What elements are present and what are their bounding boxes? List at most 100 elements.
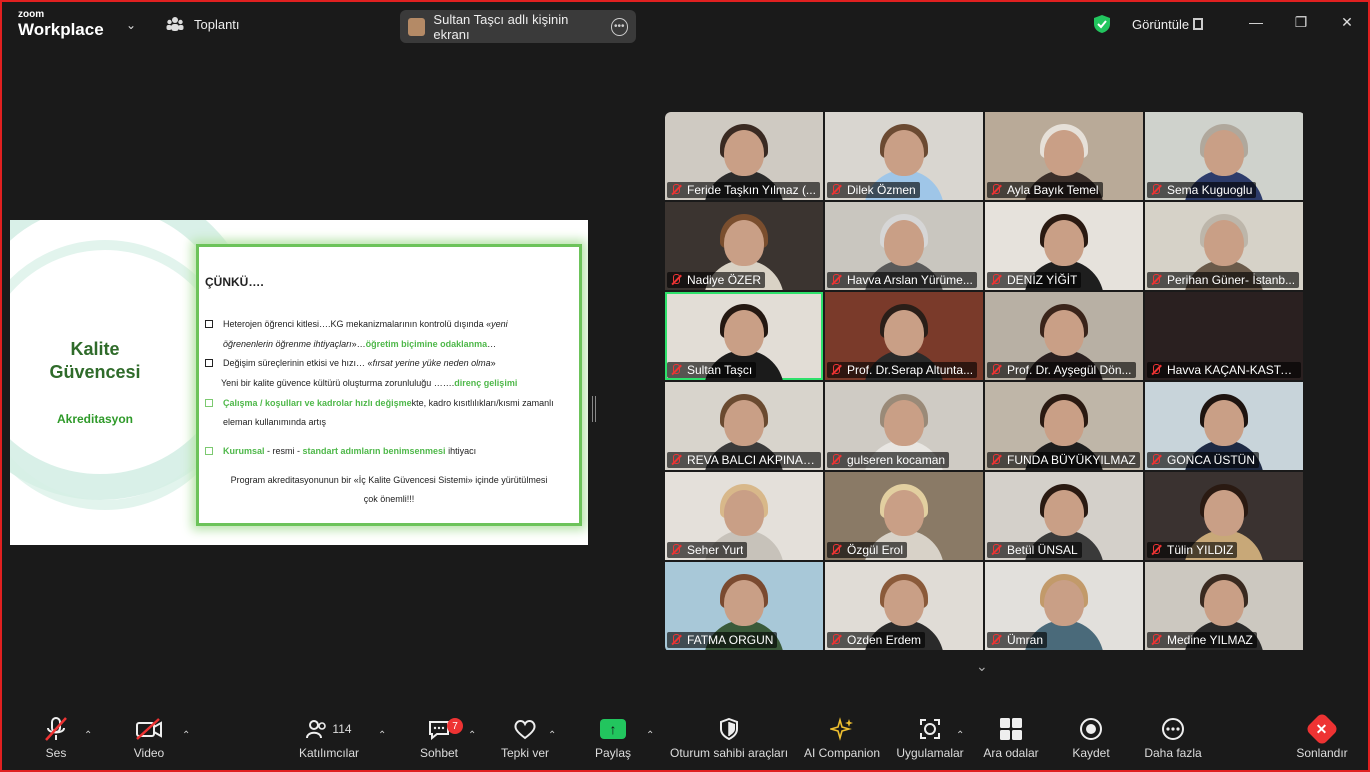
participant-tile[interactable]: Perihan Güner- İstanb... [1145, 202, 1303, 290]
zoom-logo[interactable]: zoom Workplace [18, 10, 104, 39]
mic-muted-icon [829, 184, 843, 196]
participant-tile[interactable]: Sultan Taşcı [665, 292, 823, 380]
split-resize-handle[interactable] [592, 396, 596, 422]
participant-tile[interactable]: Nadiye ÖZER [665, 202, 823, 290]
chat-button[interactable]: 7 Sohbet [418, 712, 463, 770]
meeting-info-button[interactable]: Toplantı [166, 16, 240, 32]
participant-tile[interactable]: Betül ÜNSAL [985, 472, 1143, 560]
participant-tile[interactable]: Havva Arslan Yürüme... [825, 202, 983, 290]
more-button[interactable]: Daha fazla [1144, 712, 1202, 770]
participant-tile[interactable]: Prof. Dr.Serap Altunta... [825, 292, 983, 380]
participant-name: Prof. Dr.Serap Altunta... [847, 363, 974, 377]
participant-tile[interactable]: Ayla Bayık Temel [985, 112, 1143, 200]
restore-icon[interactable]: ❐ [1291, 14, 1311, 31]
participant-name-tag: Feride Taşkın Yılmaz (... [667, 182, 820, 198]
record-button[interactable]: Kaydet [1070, 712, 1112, 770]
participant-tile[interactable]: Ozden Erdem [825, 562, 983, 650]
participant-name: FUNDA BÜYÜKYILMAZ [1007, 453, 1136, 467]
apps-button[interactable]: Uygulamalar [896, 712, 964, 770]
zoom-window: zoom Workplace ⌄ Toplantı Sultan Taşcı a… [0, 0, 1370, 772]
host-tools-label: Oturum sahibi araçları [669, 746, 789, 760]
participant-tile[interactable]: GONCA ÜSTÜN [1145, 382, 1303, 470]
screen-share-banner[interactable]: Sultan Taşcı adlı kişinin ekranı ••• [400, 10, 636, 43]
audio-button[interactable]: Ses [36, 712, 76, 770]
participant-face [1044, 580, 1084, 626]
mic-muted-icon [829, 544, 843, 556]
host-tools-button[interactable]: Oturum sahibi araçları [670, 712, 788, 770]
title-bar: zoom Workplace ⌄ Toplantı Sultan Taşcı a… [2, 2, 1368, 48]
participant-name-tag: Prof. Dr. Ayşegül Dön... [987, 362, 1136, 378]
participant-tile[interactable]: DENİZ YİĞİT [985, 202, 1143, 290]
close-icon[interactable]: ✕ [1337, 14, 1357, 31]
react-button[interactable]: Tepki ver [498, 712, 552, 770]
more-icon[interactable]: ••• [610, 17, 628, 36]
participant-face [1044, 310, 1084, 356]
participants-button[interactable]: 114 Katılımcılar [296, 712, 362, 770]
participant-name: Ümran [1007, 633, 1044, 647]
participant-tile[interactable]: Özgül Erol [825, 472, 983, 560]
participant-tile[interactable]: Dilek Özmen [825, 112, 983, 200]
participant-tile[interactable]: gulseren kocaman [825, 382, 983, 470]
participant-name-tag: Sema Kuguoglu [1147, 182, 1257, 198]
people-icon [166, 17, 184, 31]
mic-muted-icon [669, 544, 683, 556]
caret-up-icon[interactable]: ⌃ [378, 730, 386, 741]
participant-tile[interactable]: Prof. Dr. Ayşegül Dön... [985, 292, 1143, 380]
breakout-rooms-button[interactable]: Ara odalar [982, 712, 1040, 770]
participant-name-tag: Ozden Erdem [827, 632, 926, 648]
mic-muted-icon [669, 364, 683, 376]
mic-muted-icon [989, 634, 1003, 646]
caret-up-icon[interactable]: ⌃ [548, 730, 556, 741]
layout-icon[interactable] [1193, 18, 1203, 30]
participant-face [884, 580, 924, 626]
participant-name-tag: Özgül Erol [827, 542, 908, 558]
participant-name-tag: Perihan Güner- İstanb... [1147, 272, 1300, 288]
view-button[interactable]: Görüntüle [1132, 17, 1189, 32]
more-icon [1161, 712, 1185, 746]
react-label: Tepki ver [500, 746, 550, 760]
slide-line: Kurumsal - resmi - standart adımların be… [205, 446, 476, 456]
caret-up-icon[interactable]: ⌃ [84, 730, 92, 741]
participant-name: Havva Arslan Yürüme... [847, 273, 973, 287]
participant-face [1044, 130, 1084, 176]
minimize-icon[interactable]: — [1246, 14, 1266, 30]
caret-up-icon[interactable]: ⌃ [646, 730, 654, 741]
participant-face [884, 310, 924, 356]
share-button[interactable]: ↑ Paylaş [594, 712, 632, 770]
caret-up-icon[interactable]: ⌃ [956, 730, 964, 741]
mic-muted-icon [1149, 454, 1163, 466]
shield-icon[interactable] [1092, 14, 1112, 34]
slide-line: Değişim süreçlerinin etkisi ve hızı… «fı… [205, 358, 496, 368]
participant-tile[interactable]: Sema Kuguoglu [1145, 112, 1303, 200]
participant-tile[interactable]: Tülin YILDIZ [1145, 472, 1303, 560]
caret-up-icon[interactable]: ⌃ [182, 730, 190, 741]
record-icon [1079, 712, 1103, 746]
participant-name: FATMA ORGUN [687, 633, 774, 647]
video-label: Video [133, 746, 165, 760]
participant-face [1204, 130, 1244, 176]
video-button[interactable]: Video [128, 712, 170, 770]
participant-tile[interactable]: Havva KAÇAN-KASTA... [1145, 292, 1303, 380]
participant-tile[interactable]: REVA BALCI AKPINAR ... [665, 382, 823, 470]
chevron-down-icon[interactable]: ⌄ [976, 658, 988, 675]
more-label: Daha fazla [1144, 746, 1202, 760]
participant-name-tag: Havva Arslan Yürüme... [827, 272, 977, 288]
participant-name-tag: Havva KAÇAN-KASTA... [1147, 362, 1301, 378]
participant-tile[interactable]: FUNDA BÜYÜKYILMAZ [985, 382, 1143, 470]
participant-tile[interactable]: Ümran [985, 562, 1143, 650]
chevron-down-icon[interactable]: ⌄ [126, 18, 136, 32]
caret-up-icon[interactable]: ⌃ [468, 730, 476, 741]
mic-muted-icon [669, 184, 683, 196]
participant-name: Perihan Güner- İstanb... [1167, 273, 1296, 287]
mic-muted-icon [829, 364, 843, 376]
participant-tile[interactable]: FATMA ORGUN [665, 562, 823, 650]
participant-face [724, 130, 764, 176]
participant-tile[interactable]: Feride Taşkın Yılmaz (... [665, 112, 823, 200]
mic-muted-icon [829, 274, 843, 286]
end-meeting-button[interactable]: ✕ Sonlandır [1294, 712, 1350, 770]
ai-companion-button[interactable]: AI Companion [802, 712, 882, 770]
participant-face [724, 580, 764, 626]
participant-tile[interactable]: Seher Yurt [665, 472, 823, 560]
participant-name-tag: Dilek Özmen [827, 182, 920, 198]
participant-tile[interactable]: Medine YILMAZ [1145, 562, 1303, 650]
